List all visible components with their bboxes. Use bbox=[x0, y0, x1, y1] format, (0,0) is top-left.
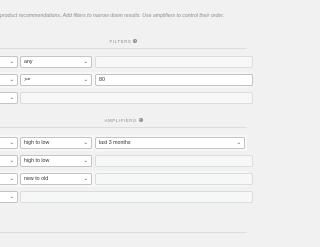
filter-operator-select[interactable]: any ⌄ bbox=[20, 56, 92, 68]
chevron-down-icon: ⌄ bbox=[9, 140, 14, 146]
amplifier-value-input[interactable] bbox=[20, 191, 253, 203]
filter-field-select[interactable]: ⌄ bbox=[0, 56, 18, 68]
amplifier-order-select[interactable]: high to low ⌄ bbox=[20, 155, 92, 167]
filter-row: ⌄ any ⌄ bbox=[0, 54, 253, 70]
filter-row: ⌄ >= ⌄ 80 bbox=[0, 72, 253, 88]
filter-field-select[interactable]: ⌄ bbox=[0, 74, 18, 86]
chevron-down-icon: ⌄ bbox=[236, 140, 241, 146]
amplifier-field-select[interactable]: ⌄ bbox=[0, 191, 18, 203]
amplifier-value-input[interactable] bbox=[95, 155, 253, 167]
chevron-down-icon: ⌄ bbox=[9, 176, 14, 182]
chevron-down-icon: ⌄ bbox=[83, 176, 88, 182]
chevron-down-icon: ⌄ bbox=[83, 140, 88, 146]
chevron-down-icon: ⌄ bbox=[9, 158, 14, 164]
amplifier-row: ⌄ bbox=[0, 189, 253, 205]
amplifier-value-input[interactable] bbox=[95, 173, 253, 185]
amplifiers-title: AMPLIFIERS bbox=[104, 117, 137, 123]
chevron-down-icon: ⌄ bbox=[9, 77, 14, 83]
amplifiers-heading: AMPLIFIERS ? bbox=[0, 115, 247, 125]
filter-operator-select[interactable]: >= ⌄ bbox=[20, 74, 92, 86]
filter-row: ⌄ bbox=[0, 90, 253, 106]
filter-value-input[interactable] bbox=[95, 56, 253, 68]
amplifier-row: ⌄ high to low ⌄ bbox=[0, 153, 253, 169]
amplifier-row: ⌄ new to old ⌄ bbox=[0, 171, 253, 187]
filters-heading: FILTERS ? bbox=[0, 36, 247, 46]
filter-value-input[interactable]: 80 bbox=[95, 74, 253, 86]
chevron-down-icon: ⌄ bbox=[9, 194, 14, 200]
amplifier-field-select[interactable]: ⌄ bbox=[0, 173, 18, 185]
filters-title: FILTERS bbox=[109, 38, 132, 44]
amplifiers-divider bbox=[0, 127, 247, 128]
filters-help-icon[interactable]: ? bbox=[133, 39, 138, 43]
amplifier-field-select[interactable]: ⌄ bbox=[0, 137, 18, 149]
chevron-down-icon: ⌄ bbox=[9, 59, 14, 65]
chevron-down-icon: ⌄ bbox=[83, 77, 88, 83]
filter-field-select[interactable]: ⌄ bbox=[0, 92, 18, 104]
chevron-down-icon: ⌄ bbox=[83, 158, 88, 164]
amplifier-order-select[interactable]: new to old ⌄ bbox=[20, 173, 92, 185]
description-text: product recommendations. Add filters to … bbox=[0, 13, 225, 19]
filters-divider bbox=[0, 48, 247, 49]
amplifier-row: ⌄ high to low ⌄ last 3 months ⌄ bbox=[0, 135, 247, 151]
amplifier-field-select[interactable]: ⌄ bbox=[0, 155, 18, 167]
amplifier-period-select[interactable]: last 3 months ⌄ bbox=[95, 137, 245, 149]
chevron-down-icon: ⌄ bbox=[9, 95, 14, 101]
amplifier-order-select[interactable]: high to low ⌄ bbox=[20, 137, 92, 149]
chevron-down-icon: ⌄ bbox=[83, 59, 88, 65]
amplifiers-help-icon[interactable]: ? bbox=[138, 118, 143, 122]
section-bottom-divider bbox=[0, 232, 247, 233]
filter-value-input[interactable] bbox=[20, 92, 253, 104]
